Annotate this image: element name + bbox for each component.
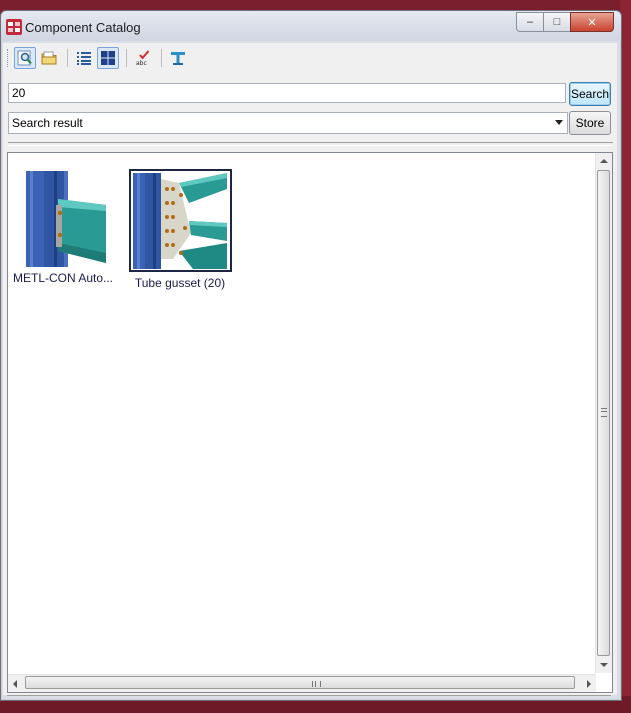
minimize-icon: – [526,16,534,28]
app-icon [6,19,22,35]
toolbar-separator [67,49,68,67]
store-button[interactable]: Store [569,111,611,135]
scroll-grip-icon [312,681,321,687]
window-title: Component Catalog [25,20,141,35]
connection-thumbnail-icon [133,172,227,269]
group-select-value: Search result [12,116,83,130]
thumbnail-view-icon [101,51,115,65]
title-bar[interactable]: Component Catalog – □ ✕ [1,11,621,41]
divider [8,142,613,146]
toolbar: abc [5,45,191,71]
result-item-label: METL-CON Auto... [12,271,114,285]
horizontal-scroll-thumb[interactable] [25,676,575,689]
profile-button[interactable] [167,47,189,69]
list-view-button[interactable] [73,47,95,69]
search-button[interactable]: Search [569,82,611,106]
folder-icon [41,51,57,65]
scroll-left-icon[interactable] [13,680,17,688]
close-icon: ✕ [587,16,597,29]
component-thumbnail [20,171,106,267]
component-catalog-window: Component Catalog – □ ✕ abc 20 Search Se… [0,10,622,701]
toolbar-separator [161,49,162,67]
toolbar-grip[interactable] [7,49,11,67]
vertical-scroll-thumb[interactable] [597,170,610,656]
thumbnail-view-button[interactable] [97,47,119,69]
minimize-button[interactable]: – [516,12,544,32]
result-item-metl-con[interactable]: METL-CON Auto... [8,171,118,285]
list-view-icon [77,52,91,65]
scroll-up-icon[interactable] [600,159,608,163]
scroll-down-icon[interactable] [600,663,608,667]
toolbar-separator [126,49,127,67]
result-item-tube-gusset[interactable]: Tube gusset (20) [125,169,235,290]
vertical-scrollbar[interactable] [595,153,612,673]
spellcheck-button[interactable]: abc [132,47,154,69]
catalog-client-area: abc 20 Search Search result Store METL-C… [3,43,617,697]
chevron-down-icon[interactable] [555,120,563,125]
status-strip [7,695,611,697]
spellcheck-icon: abc [136,50,150,66]
profile-icon [171,52,185,65]
connection-thumbnail-icon [26,171,106,267]
selection-frame [128,169,232,272]
find-button[interactable] [14,47,36,69]
svg-text:abc: abc [136,60,147,66]
horizontal-scrollbar[interactable] [8,674,596,692]
open-folder-button[interactable] [38,47,60,69]
group-select[interactable]: Search result [8,112,568,134]
maximize-button[interactable]: □ [543,12,571,32]
result-item-label: Tube gusset (20) [134,276,226,290]
scroll-grip-icon [601,408,607,417]
scroll-right-icon[interactable] [587,680,591,688]
close-button[interactable]: ✕ [570,12,614,32]
find-icon [17,50,32,66]
maximize-icon: □ [553,16,561,28]
search-input[interactable]: 20 [8,83,566,103]
results-list[interactable]: METL-CON Auto... Tube gusset (20) [7,152,613,693]
